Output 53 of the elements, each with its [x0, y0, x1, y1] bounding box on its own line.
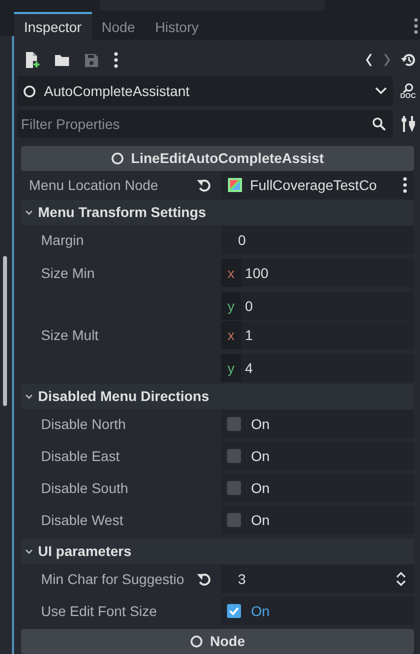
spin-field[interactable]: 3 [221, 565, 414, 593]
class-header: Node [21, 629, 414, 654]
circle-icon [23, 84, 36, 98]
section-header[interactable]: Disabled Menu Directions [21, 384, 414, 409]
folder-icon[interactable] [54, 53, 70, 67]
scrollbar[interactable] [3, 256, 7, 406]
property-label: Margin [41, 230, 85, 250]
circle-icon [190, 635, 203, 648]
vector-component-field[interactable]: y 0 [221, 292, 414, 320]
circle-icon [111, 152, 124, 165]
revert-icon[interactable] [197, 572, 211, 586]
menu-icon[interactable] [413, 16, 419, 36]
property-label: Use Edit Font Size [41, 602, 158, 620]
checkbox[interactable]: On [221, 442, 414, 470]
tools-icon[interactable] [401, 115, 415, 133]
section-header[interactable]: UI parameters [21, 539, 414, 564]
more-icon[interactable] [402, 176, 408, 194]
node-icon [227, 177, 243, 193]
vector-component-field[interactable]: x 100 [221, 259, 414, 287]
tab[interactable]: History [145, 12, 209, 40]
new-file-icon[interactable] [24, 51, 40, 69]
node-path-field[interactable]: FullCoverageTestCo [221, 171, 414, 199]
search-icon [402, 82, 414, 92]
more-icon[interactable] [113, 51, 119, 69]
property-label: Disable South [41, 478, 130, 498]
back-icon[interactable] [365, 53, 373, 67]
class-header: LineEditAutoCompleteAssist [21, 146, 414, 171]
revert-icon[interactable] [197, 178, 211, 192]
section-header[interactable]: Menu Transform Settings [21, 200, 414, 225]
number-field[interactable]: 0 [221, 226, 414, 254]
property-label: Menu Location Node [29, 176, 160, 194]
filter-field[interactable]: Filter Properties [17, 110, 393, 138]
checkbox[interactable]: On [221, 474, 414, 502]
tab[interactable]: Node [92, 12, 146, 40]
checkmark-icon [229, 607, 239, 615]
property-label: Disable West [41, 510, 124, 530]
checkbox[interactable]: On [221, 410, 414, 438]
property-label: Size Min [41, 264, 96, 282]
property-label: Disable East [41, 446, 121, 466]
checkbox[interactable]: On [221, 597, 414, 625]
object-selector[interactable]: AutoCompleteAssistant [17, 76, 393, 106]
forward-icon[interactable] [383, 53, 391, 67]
chevron-down-icon [375, 87, 387, 95]
search-icon [372, 117, 386, 131]
history-icon[interactable] [401, 52, 417, 68]
property-label: Disable North [41, 414, 127, 434]
vector-component-field[interactable]: y 4 [221, 354, 414, 382]
property-label: Min Char for Suggestio [41, 570, 186, 589]
checkbox[interactable]: On [221, 506, 414, 534]
spin-arrows-icon[interactable] [396, 572, 406, 586]
tab[interactable]: Inspector [14, 12, 92, 40]
vector-component-field[interactable]: x 1 [221, 321, 414, 349]
property-label: Size Mult [41, 326, 100, 344]
